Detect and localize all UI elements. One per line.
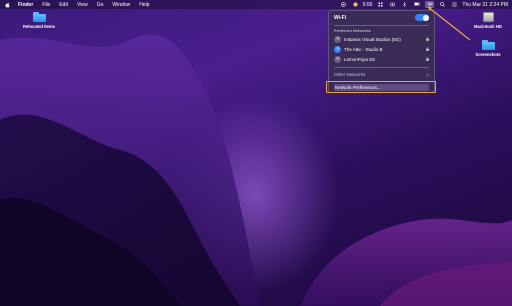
wifi-signal-icon: [334, 55, 341, 63]
network-item[interactable]: Instamix Visual Studios (5G): [334, 35, 429, 43]
wifi-menu-title: Wi-Fi: [334, 15, 347, 21]
divider: [334, 67, 429, 68]
network-name: Instamix Visual Studios (5G): [344, 36, 401, 42]
desktop-icon-macintosh-hd[interactable]: Macintosh HD: [466, 12, 510, 29]
menu-bar: Finder File Edit View Go Window Help 6:5…: [0, 0, 512, 9]
menu-app-name[interactable]: Finder: [18, 2, 33, 8]
wifi-menu-button[interactable]: [425, 1, 435, 8]
desktop-icon-relocated-items[interactable]: Relocated Items: [18, 12, 60, 29]
desktop-icon-label: Relocated Items: [22, 24, 56, 29]
chevron-right-icon: [426, 72, 429, 77]
screen-record-icon[interactable]: [340, 2, 347, 7]
wifi-header-row: Wi-Fi: [334, 14, 429, 21]
hard-drive-icon: [482, 12, 494, 22]
menu-file[interactable]: File: [42, 2, 50, 8]
grid-icon[interactable]: [378, 2, 384, 7]
other-networks-item[interactable]: Other Networks: [334, 72, 429, 77]
desktop-icon-label: Screenshots: [475, 52, 501, 57]
desktop-icon-screenshots[interactable]: Screenshots: [468, 40, 508, 57]
wifi-signal-icon: [334, 35, 341, 43]
menu-clock[interactable]: Thu Mar 31 2:24 PM: [462, 2, 508, 8]
apple-icon[interactable]: [5, 2, 10, 8]
menu-window[interactable]: Window: [112, 2, 130, 8]
highlight-network-preferences: [326, 81, 436, 93]
bluetooth-icon[interactable]: [402, 1, 408, 8]
lock-icon: [426, 47, 429, 51]
network-name: LemonPops 5G: [344, 56, 376, 62]
divider: [334, 25, 429, 26]
menu-view[interactable]: View: [77, 2, 88, 8]
menu-edit[interactable]: Edit: [59, 2, 68, 8]
desktop-wallpaper: [0, 0, 512, 306]
control-center-icon[interactable]: [452, 2, 458, 7]
other-networks-label: Other Networks: [334, 72, 366, 77]
lock-icon: [426, 57, 429, 61]
network-item[interactable]: LemonPops 5G: [334, 55, 429, 63]
menu-help[interactable]: Help: [139, 2, 149, 8]
desktop-icon-label: Macintosh HD: [474, 24, 502, 29]
battery-level-icon[interactable]: [414, 2, 420, 7]
wifi-toggle[interactable]: [415, 14, 429, 21]
menu-go[interactable]: Go: [97, 2, 104, 8]
camera-icon[interactable]: [390, 2, 396, 7]
spotlight-search-icon[interactable]: [440, 2, 446, 7]
network-name: The Attic - Studio B: [344, 46, 383, 52]
folder-icon: [32, 12, 46, 22]
battery-icon[interactable]: [353, 2, 359, 7]
wifi-signal-icon: [334, 45, 341, 53]
preferred-networks-header: Preferred Networks: [334, 28, 371, 33]
folder-icon: [481, 40, 495, 50]
wifi-icon: [427, 2, 433, 7]
network-item-connected[interactable]: The Attic - Studio B: [334, 45, 429, 53]
lock-icon: [426, 37, 429, 41]
battery-time[interactable]: 6:55: [363, 2, 373, 8]
wallpaper-waves: [0, 34, 512, 306]
